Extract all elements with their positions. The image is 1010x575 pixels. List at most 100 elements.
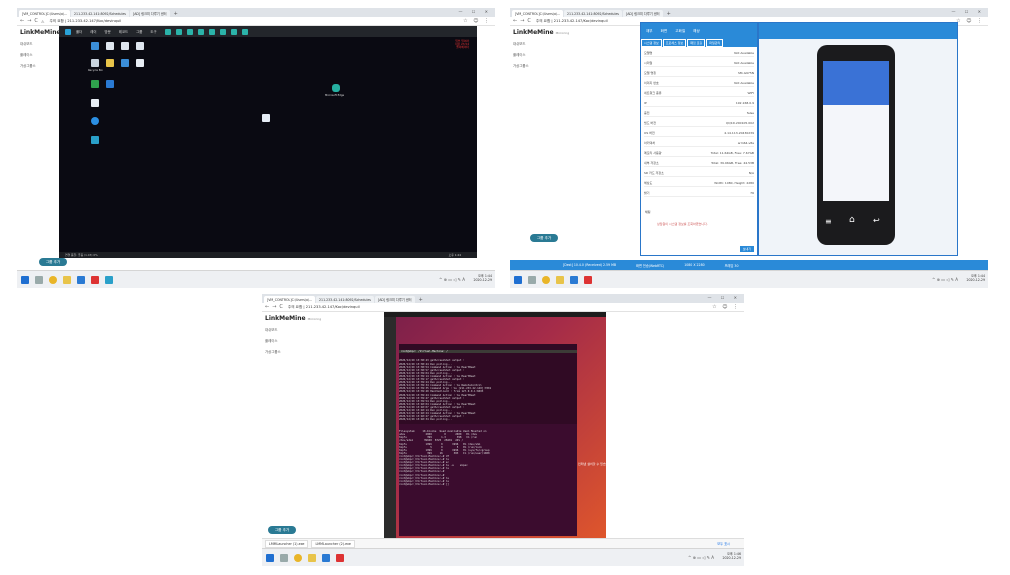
url-text[interactable]: 주의 요함 | 211.233.42.147/Koc/devinquil bbox=[536, 19, 608, 24]
show-all-downloads[interactable]: 모두 표시 bbox=[717, 541, 730, 546]
tool-icon[interactable] bbox=[219, 28, 226, 35]
desktop-icon[interactable] bbox=[91, 42, 99, 50]
desktop-icon[interactable] bbox=[121, 59, 129, 67]
browser-tab[interactable]: 211.233.42.141:8092/Schedules bbox=[316, 296, 374, 303]
reload-icon[interactable]: C bbox=[34, 18, 38, 24]
info-tab[interactable]: 파일관리 bbox=[706, 39, 724, 47]
sidebar-item[interactable]: 플레이스 bbox=[265, 338, 305, 343]
tool-icon[interactable] bbox=[164, 28, 171, 35]
browser-tab[interactable]: [AD] 링크미 다루기 센터 bbox=[129, 10, 170, 17]
tool-icon[interactable] bbox=[197, 28, 204, 35]
window-controls[interactable]: — ☐ ✕ bbox=[952, 9, 985, 14]
info-tool[interactable]: 화면 bbox=[661, 29, 668, 34]
sidebar-item[interactable]: 대쉬보드 bbox=[513, 41, 553, 46]
file-icon[interactable] bbox=[262, 114, 270, 122]
toolbar-item[interactable]: 레코드 bbox=[119, 29, 128, 34]
terminal-window[interactable]: root@ubpc: /Virtual-Machine: / 2020/12/2… bbox=[399, 344, 577, 424]
sidebar-item[interactable]: 가상그룹스 bbox=[20, 63, 60, 68]
info-tool[interactable]: 재부 bbox=[646, 29, 653, 34]
browser-tab[interactable]: [VM_CONTROL]C:\Users\a\... bbox=[264, 296, 316, 303]
forward-icon[interactable]: → bbox=[272, 304, 276, 310]
window-controls[interactable]: — ☐ ✕ bbox=[708, 295, 741, 300]
desktop-icon[interactable] bbox=[91, 136, 99, 144]
toolbar-item[interactable]: 레이 bbox=[90, 29, 96, 34]
vscode-icon[interactable] bbox=[77, 275, 85, 284]
back-icon[interactable]: ↩ bbox=[873, 216, 880, 225]
device-info-window[interactable]: 재부 화면 고화질 해상 시스템 정보 프로세스 정보 패킷 로깅 파일관리 모… bbox=[640, 22, 758, 256]
chrome-icon[interactable] bbox=[294, 553, 302, 562]
tool-icon[interactable] bbox=[186, 28, 193, 35]
desktop-icon[interactable] bbox=[121, 42, 129, 50]
info-tab[interactable]: 시스템 정보 bbox=[641, 39, 662, 47]
back-icon[interactable]: ← bbox=[513, 18, 517, 24]
mirror-window[interactable]: ≡ ⌂ ↩ bbox=[758, 22, 958, 256]
search-icon[interactable] bbox=[280, 553, 288, 562]
desktop-icon[interactable] bbox=[136, 59, 144, 67]
tool-icon[interactable] bbox=[241, 28, 248, 35]
remote-desktop-window[interactable]: 폴더 레이 방문 레코드 그룹 도구 Recycle Bin Microsoft… bbox=[59, 26, 477, 258]
forward-icon[interactable]: → bbox=[520, 18, 524, 24]
toolbar-item[interactable]: 방문 bbox=[105, 29, 111, 34]
url-text[interactable]: 주의 요함 | 211.233.42.147/Koc/devinquil bbox=[50, 19, 122, 24]
terminal-window-2[interactable]: Filesystem 1K-blocks Used Available Use%… bbox=[399, 424, 577, 536]
menu-icon[interactable]: ≡ bbox=[825, 217, 832, 226]
home-icon[interactable]: ⌂ bbox=[849, 215, 855, 225]
group-add-button[interactable]: 그룹 추가 bbox=[530, 234, 558, 242]
edge-icon[interactable] bbox=[332, 84, 340, 92]
vscode-icon[interactable] bbox=[570, 275, 578, 284]
download-item[interactable]: LMMLauncher (2).exe bbox=[311, 539, 355, 548]
sidebar-item[interactable]: 대쉬보드 bbox=[20, 41, 60, 46]
folder-icon[interactable] bbox=[556, 275, 564, 284]
browser-tab[interactable]: [AD] 링크미 다루기 센터 bbox=[374, 296, 415, 303]
back-icon[interactable]: ← bbox=[20, 18, 24, 24]
chrome-icon[interactable] bbox=[542, 275, 550, 284]
app-icon[interactable] bbox=[336, 553, 344, 562]
start-icon[interactable] bbox=[21, 275, 29, 284]
folder-icon[interactable] bbox=[308, 553, 316, 562]
url-text[interactable]: 주의 요함 | 211.233.42.147/Koc/devinquil bbox=[288, 305, 360, 310]
browser-tab[interactable]: [VM_CONTROL]C:\Users\a\... bbox=[19, 10, 71, 17]
profile-icon[interactable]: ☆ ☺ ⋮ bbox=[956, 18, 984, 24]
app-icon[interactable] bbox=[105, 275, 113, 284]
browser-tab[interactable]: 211.233.42.141:8092/Schedules bbox=[71, 10, 129, 17]
sidebar-item[interactable]: 가상그룹스 bbox=[265, 349, 305, 354]
toolbar-item[interactable]: 도구 bbox=[150, 29, 156, 34]
system-tray[interactable]: ^ ⊕ ▭ ◁ ✎ A bbox=[932, 277, 958, 282]
group-add-button[interactable]: 그룹 추가 bbox=[268, 526, 296, 534]
info-tab[interactable]: 패킷 로깅 bbox=[687, 39, 706, 47]
desktop-icon[interactable] bbox=[91, 99, 99, 107]
reload-icon[interactable]: C bbox=[527, 18, 531, 24]
back-icon[interactable]: ← bbox=[265, 304, 269, 310]
system-tray[interactable]: ^ ⊕ ▭ ◁ ✎ A bbox=[688, 555, 714, 560]
start-icon[interactable] bbox=[514, 275, 522, 284]
window-controls[interactable]: — ☐ ✕ bbox=[459, 9, 492, 14]
profile-icon[interactable]: ☆ ☺ ⋮ bbox=[712, 304, 740, 310]
chrome-icon[interactable] bbox=[49, 275, 57, 284]
desktop-icon[interactable] bbox=[91, 80, 99, 88]
desktop-icon[interactable] bbox=[91, 117, 99, 125]
toolbar-item[interactable]: 폴더 bbox=[76, 29, 82, 34]
toolbar-item[interactable]: 그룹 bbox=[136, 29, 142, 34]
desktop-icon[interactable] bbox=[91, 59, 99, 67]
folder-icon[interactable] bbox=[63, 275, 71, 284]
tool-icon[interactable] bbox=[230, 28, 237, 35]
ubuntu-vm-window[interactable]: root@ubpc: /Virtual-Machine: / 2020/12/2… bbox=[384, 312, 612, 544]
app-icon[interactable] bbox=[584, 275, 592, 284]
reload-icon[interactable]: C bbox=[279, 304, 283, 310]
sidebar-item[interactable]: 대쉬보드 bbox=[265, 327, 305, 332]
browser-tab[interactable]: [AD] 링크미 다루기 센터 bbox=[622, 10, 663, 17]
download-item[interactable]: LMMLauncher (1).exe bbox=[265, 539, 309, 548]
desktop-icon[interactable] bbox=[136, 42, 144, 50]
search-icon[interactable] bbox=[35, 275, 43, 284]
app-icon[interactable] bbox=[91, 275, 99, 284]
phone-screen[interactable] bbox=[823, 61, 889, 201]
desktop-icon[interactable] bbox=[106, 80, 114, 88]
start-icon[interactable] bbox=[266, 553, 274, 562]
sidebar-item[interactable]: 가상그룹스 bbox=[513, 63, 553, 68]
browser-tab[interactable]: 211.233.42.141:8092/Schedules bbox=[564, 10, 622, 17]
tool-icon[interactable] bbox=[208, 28, 215, 35]
forward-icon[interactable]: → bbox=[27, 18, 31, 24]
profile-icon[interactable]: ☆ ☺ ⋮ bbox=[463, 18, 491, 24]
sidebar-item[interactable]: 플레이스 bbox=[513, 52, 553, 57]
tool-icon[interactable] bbox=[175, 28, 182, 35]
